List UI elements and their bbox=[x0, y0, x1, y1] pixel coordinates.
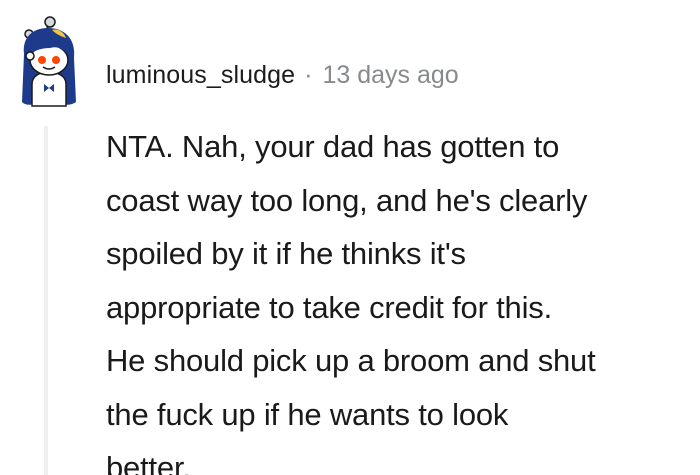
user-avatar[interactable] bbox=[12, 14, 84, 110]
comment-text-line: spoiled by it if he thinks it's bbox=[106, 236, 466, 271]
comment-text-line: appropriate to take credit for this. bbox=[106, 289, 552, 325]
username-link[interactable]: luminous_sludge bbox=[106, 61, 295, 90]
snoo-avatar-icon bbox=[22, 16, 76, 107]
comment-text-line: He should pick up a broom and shut bbox=[106, 343, 596, 378]
meta-separator: · bbox=[304, 60, 313, 89]
comment-text-line: better. bbox=[106, 450, 191, 475]
comment: luminous_sludge · 13 days ago NTA. Nah, … bbox=[0, 0, 700, 475]
comment-text-line: NTA. Nah, your dad has gotten to bbox=[106, 129, 560, 164]
comment-text-line: the fuck up if he wants to look bbox=[106, 396, 509, 432]
comment-header: luminous_sludge · 13 days ago bbox=[106, 57, 459, 93]
comment-timestamp[interactable]: 13 days ago bbox=[322, 61, 458, 90]
thread-collapse-line[interactable] bbox=[44, 126, 48, 475]
comment-body: NTA. Nah, your dad has gotten to coast w… bbox=[106, 120, 696, 475]
comment-text-line: coast way too long, and he's clearly bbox=[106, 182, 588, 218]
